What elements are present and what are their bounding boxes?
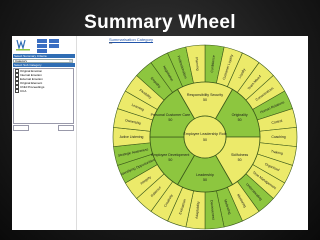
outer-segment-label: Active Listening [120,135,144,139]
outer-segment-label: Coaching [271,135,285,139]
inner-segment-value: 50 [238,118,242,122]
summary-wheel[interactable]: Confidence Customer Loyalty LoyaltyTeam Mi… [112,44,298,230]
wheel-center-label: Employee Leadership Role [183,132,226,136]
slide-title: Summary Wheel [84,12,236,33]
inner-segment-label: Responsibility Security [187,93,223,97]
checkbox[interactable] [15,89,19,93]
breadcrumb[interactable]: Summarisation Category [109,37,153,42]
inner-segment-label: Leadership [196,173,214,177]
nav-button-4[interactable] [49,44,59,48]
nav-button-2[interactable] [49,39,59,43]
nav-button-3[interactable] [37,44,47,48]
nav-button-5[interactable] [37,49,47,53]
mini-box-right[interactable] [58,125,74,131]
main-panel: Summarisation Category All Confidence Cus… [77,36,308,230]
inner-segment-label: Skilfulness [231,153,248,157]
inner-segment-value: 50 [203,178,207,182]
inner-segment-value: 50 [238,158,242,162]
inner-segment-label: Employee Development [151,153,189,157]
sub-category-list[interactable]: Original Emotion Internal Emotion Extern… [13,68,74,124]
app-screenshot: Select Summary Criteria Category Select … [12,36,308,230]
summary-criteria-label: Select Summary Criteria [13,54,75,58]
app-logo-icon [14,38,34,52]
list-item[interactable]: CCA [14,89,73,93]
inner-segment-value: 50 [168,158,172,162]
inner-segment-value: 50 [203,98,207,102]
slide-background: Summary Wheel Select Summary Criteria Ca… [0,0,320,240]
inner-segment-label: Originality [232,113,248,117]
mini-box-left[interactable] [13,125,29,131]
left-panel: Select Summary Criteria Category Select … [12,36,77,230]
wheel-center[interactable] [183,115,227,159]
nav-button-1[interactable] [37,39,47,43]
inner-segment-value: 50 [168,118,172,122]
sub-category-label: Select Sub Category [13,63,75,67]
inner-segment-label: Personal Customer Care [151,113,191,117]
wheel-center-value: 50 [203,138,207,142]
